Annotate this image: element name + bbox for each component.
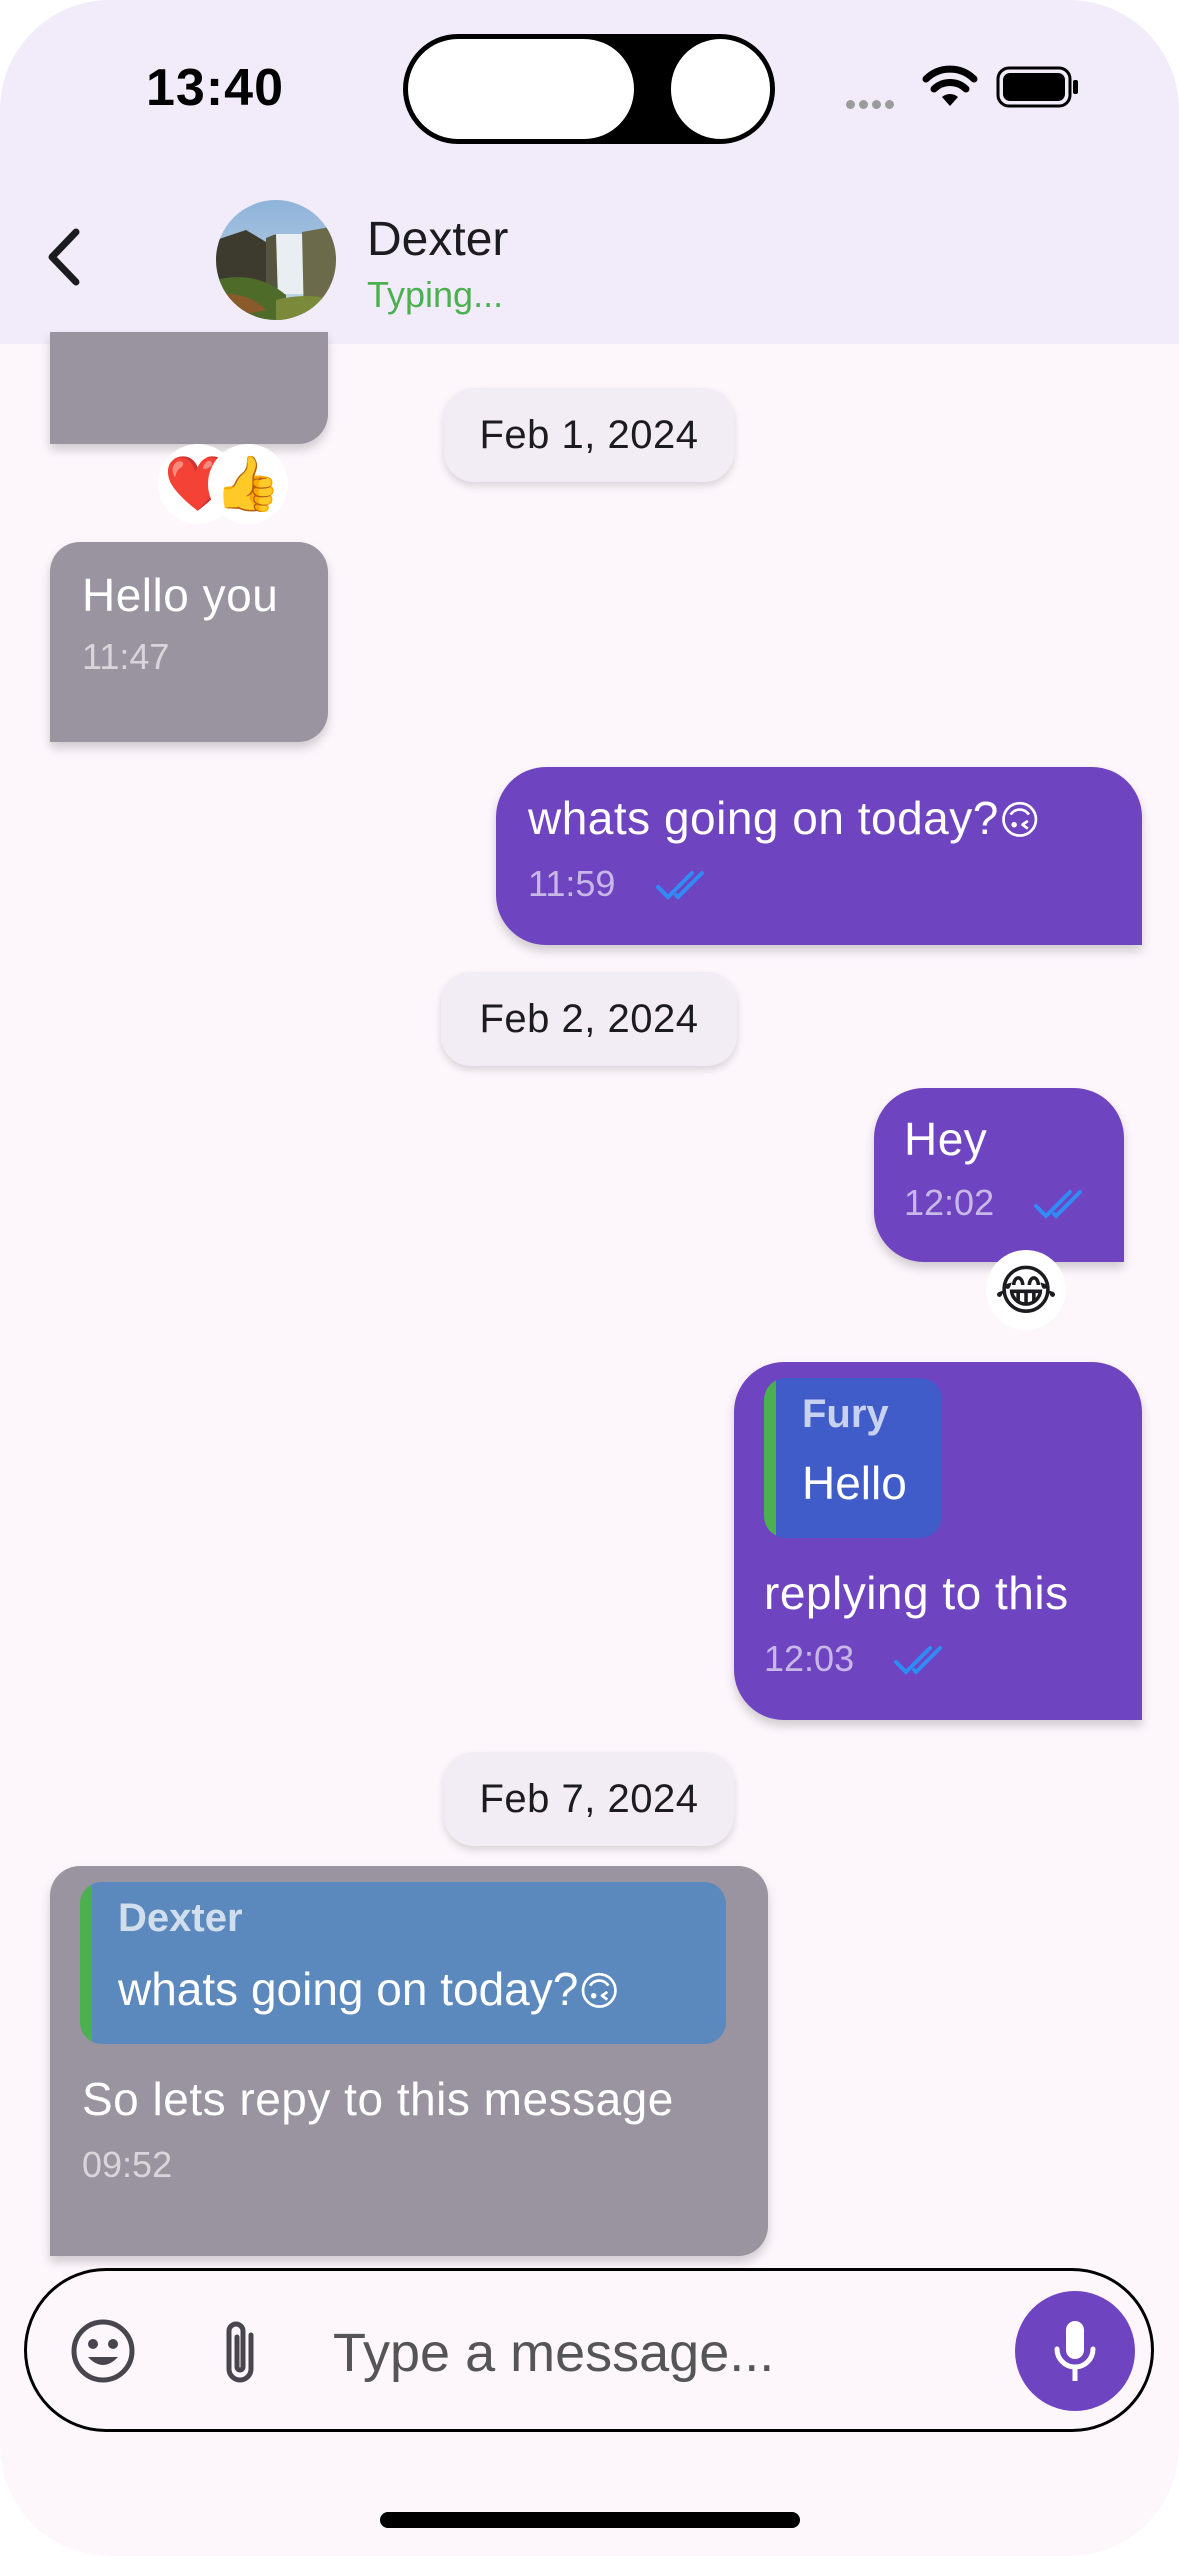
quoted-text: whats going on today?🙃 bbox=[118, 1963, 621, 2015]
message-time: 09:52 bbox=[82, 2144, 173, 2185]
typing-status: Typing... bbox=[367, 274, 504, 315]
message-time: 12:02 bbox=[904, 1182, 995, 1223]
cellular-signal-icon bbox=[846, 96, 898, 114]
message-text: replying to this bbox=[764, 1567, 1069, 1619]
quoted-message[interactable]: Fury Hello bbox=[764, 1378, 942, 1538]
phone-screen: 13:40 Dexter Typing... ❤️ 👍 Feb 1, 2024 … bbox=[0, 0, 1179, 2556]
attachment-icon[interactable] bbox=[217, 2315, 263, 2389]
quoted-text: Hello bbox=[802, 1457, 907, 1509]
quoted-message[interactable]: Dexter whats going on today?🙃 bbox=[80, 1882, 726, 2044]
read-double-check-icon bbox=[656, 871, 704, 900]
read-double-check-icon bbox=[1034, 1190, 1082, 1219]
incoming-message-partial[interactable] bbox=[50, 332, 328, 444]
message-time: 11:59 bbox=[528, 863, 616, 904]
incoming-reply-message[interactable]: Dexter whats going on today?🙃 So lets re… bbox=[50, 1866, 768, 2256]
quoted-sender: Fury bbox=[802, 1392, 889, 1436]
emoji-picker-icon[interactable] bbox=[69, 2317, 137, 2385]
incoming-message[interactable]: Hello you 11:47 bbox=[50, 542, 328, 742]
reply-indicator-bar bbox=[80, 1882, 92, 2044]
reaction-thumbs-up[interactable]: 👍 bbox=[208, 444, 288, 524]
date-separator: Feb 1, 2024 bbox=[444, 388, 734, 482]
outgoing-message[interactable]: whats going on today?🙃 11:59 bbox=[496, 767, 1142, 945]
outgoing-reply-message[interactable]: Fury Hello replying to this 12:03 bbox=[734, 1362, 1142, 1720]
read-double-check-icon bbox=[894, 1646, 942, 1675]
date-separator: Feb 2, 2024 bbox=[441, 972, 737, 1066]
quoted-sender: Dexter bbox=[118, 1896, 243, 1940]
back-arrow-icon[interactable] bbox=[40, 222, 90, 292]
outgoing-message[interactable]: Hey 12:02 bbox=[874, 1088, 1124, 1262]
status-time: 13:40 bbox=[146, 59, 284, 117]
message-time: 11:47 bbox=[82, 636, 170, 677]
home-indicator[interactable] bbox=[380, 2512, 800, 2528]
message-text: So lets repy to this message bbox=[82, 2073, 674, 2125]
battery-icon bbox=[996, 66, 1078, 108]
message-text: whats going on today?🙃 bbox=[528, 792, 1042, 844]
contact-avatar[interactable] bbox=[216, 200, 336, 320]
message-input[interactable] bbox=[333, 2315, 993, 2391]
microphone-icon bbox=[1054, 2321, 1096, 2381]
message-time: 12:03 bbox=[764, 1638, 855, 1679]
chat-header: 13:40 Dexter Typing... bbox=[0, 0, 1179, 344]
message-text: Hey bbox=[904, 1113, 988, 1165]
date-separator: Feb 7, 2024 bbox=[444, 1752, 734, 1846]
message-composer bbox=[24, 2268, 1154, 2432]
dynamic-island bbox=[403, 34, 775, 144]
reaction-laughing[interactable]: 😂 bbox=[986, 1250, 1066, 1330]
message-text: Hello you bbox=[82, 569, 279, 621]
voice-record-button[interactable] bbox=[1015, 2291, 1135, 2411]
wifi-icon bbox=[922, 65, 978, 106]
reply-indicator-bar bbox=[764, 1378, 776, 1538]
contact-name[interactable]: Dexter bbox=[367, 212, 508, 267]
